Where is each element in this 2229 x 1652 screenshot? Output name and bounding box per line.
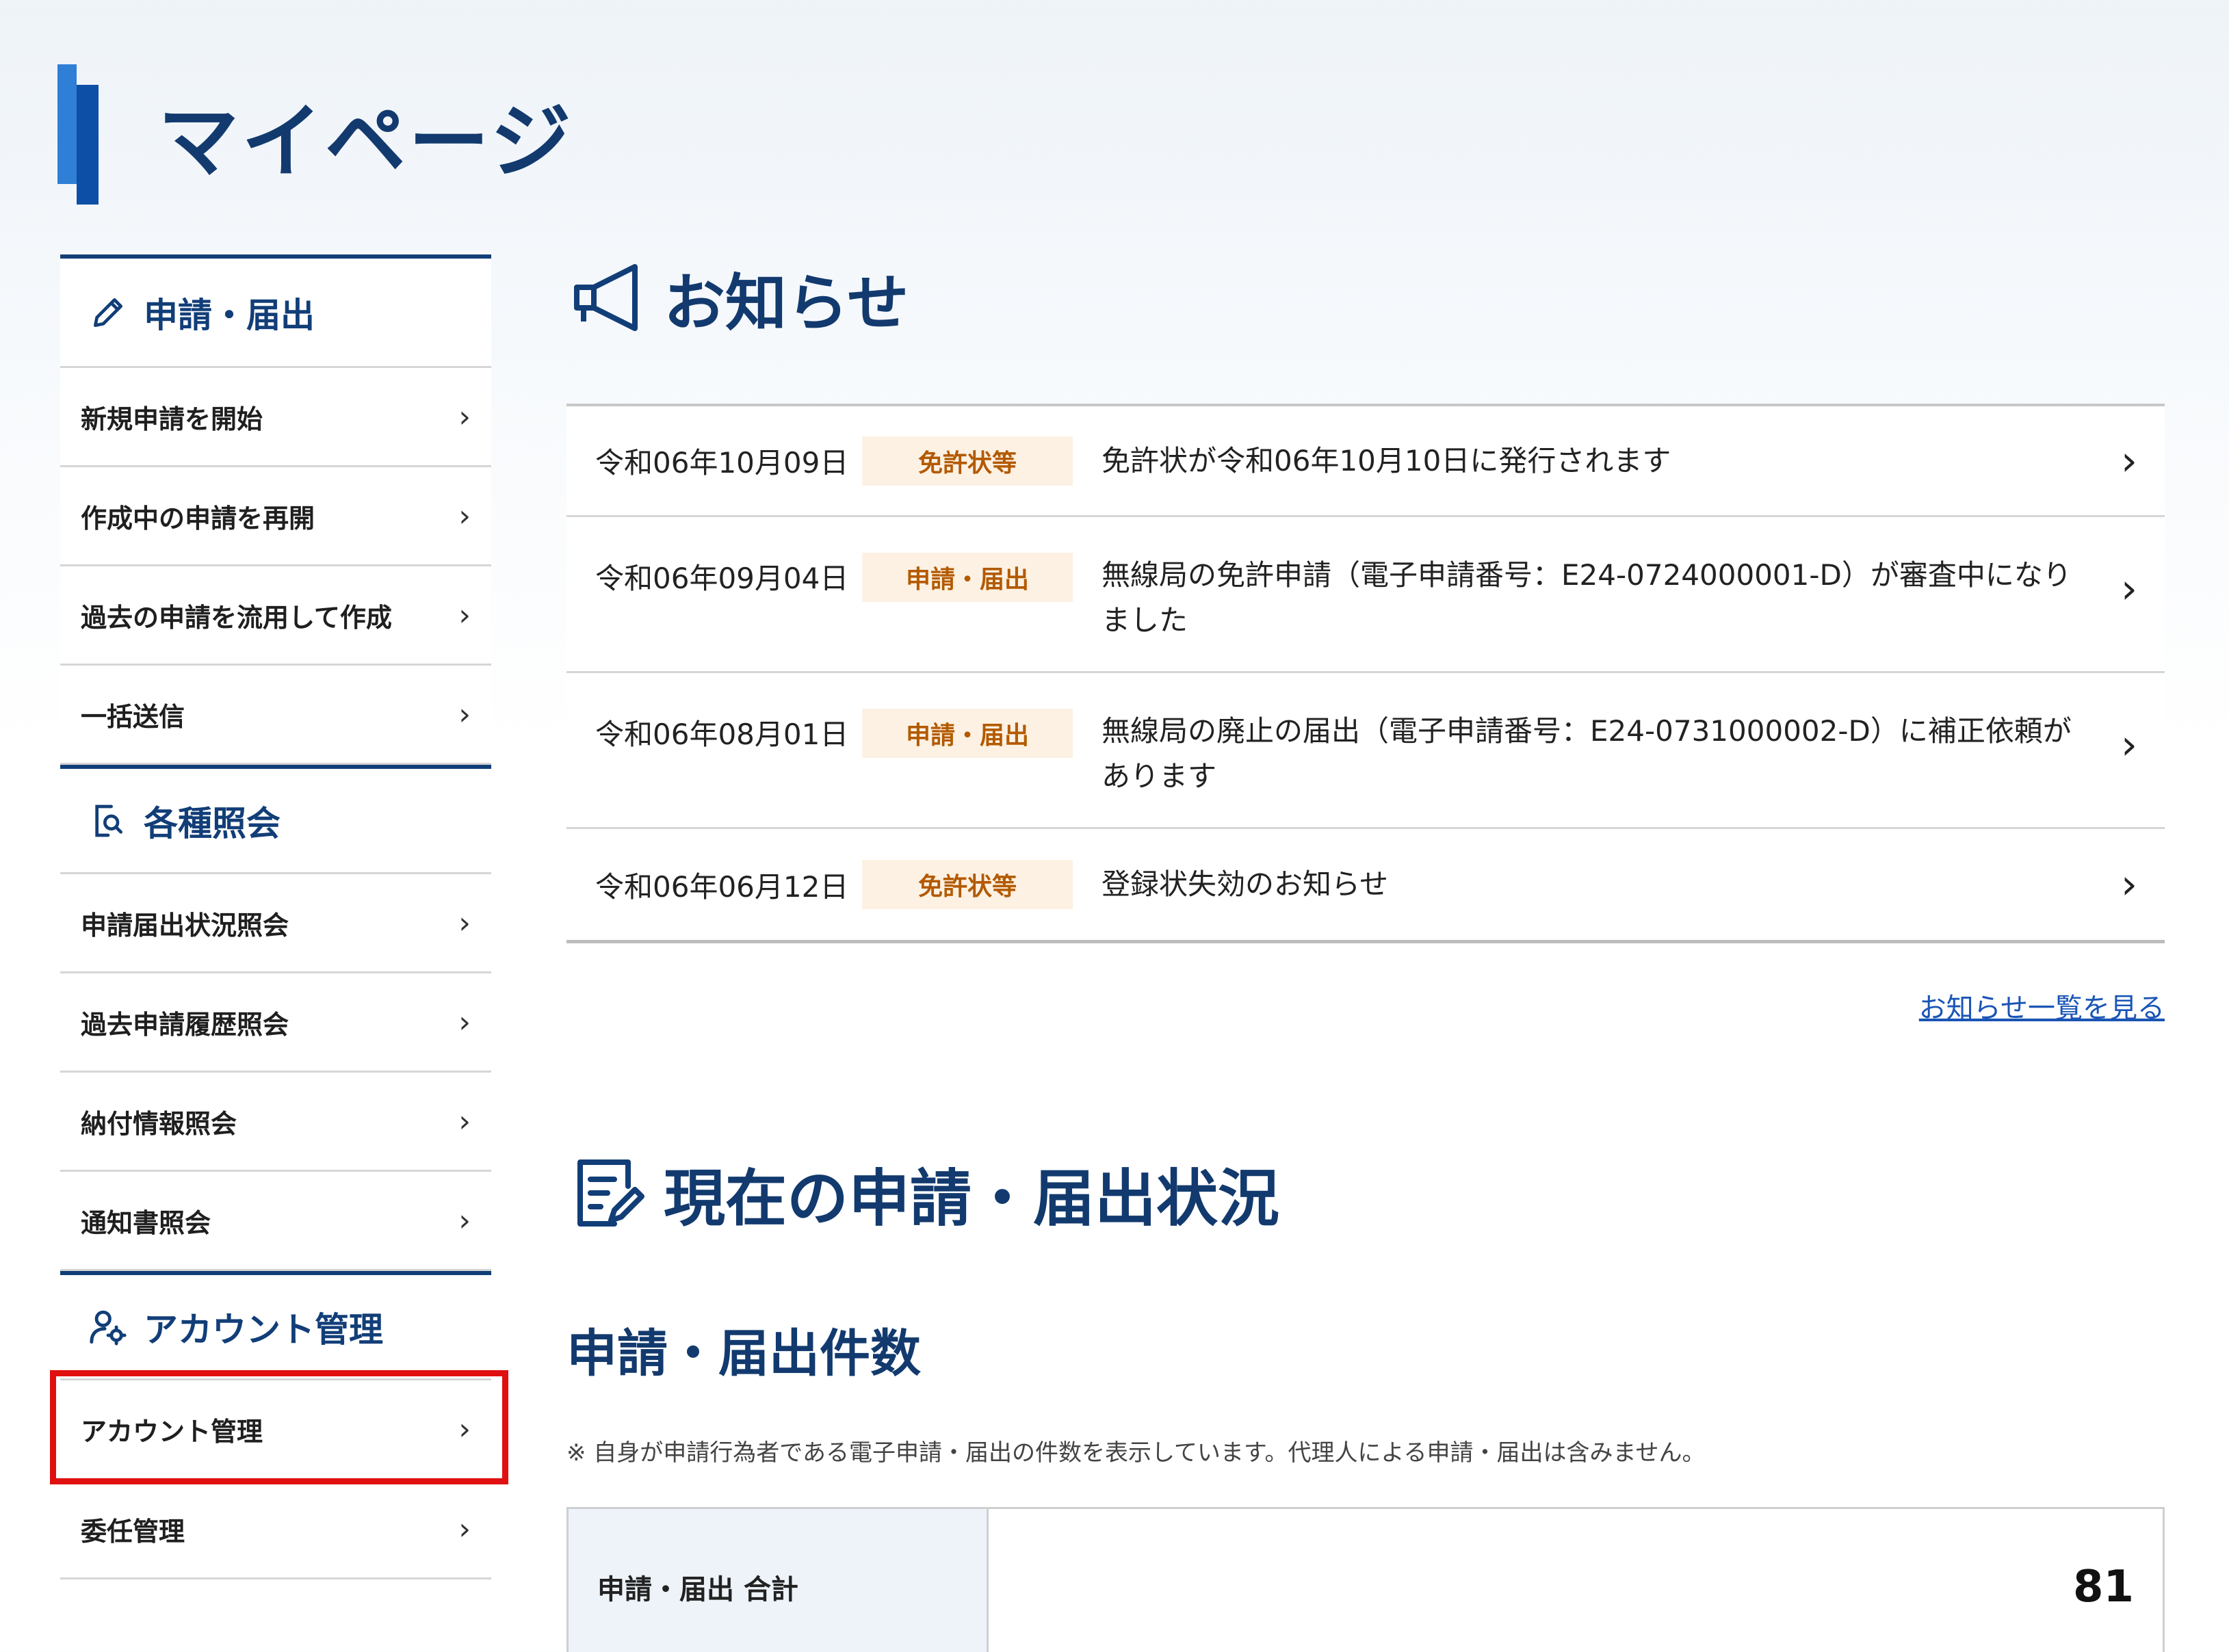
chevron-right-icon: › (458, 696, 471, 732)
count-heading: 申請・届出件数 (566, 1324, 921, 1383)
notice-row[interactable]: 令和06年08月01日 申請・届出 無線局の廃止の届出（電子申請番号：E24-0… (566, 673, 2165, 829)
chevron-right-icon: › (458, 1103, 471, 1139)
sidebar: 申請・届出 新規申請を開始 › 作成中の申請を再開 › 過去の申請を流用して作成… (60, 254, 491, 1579)
sidebar-item-label: 一括送信 (81, 701, 185, 732)
document-search-icon (88, 800, 129, 841)
chevron-right-icon: › (2121, 436, 2137, 485)
sidebar-item-resume-draft[interactable]: 作成中の申請を再開 › (60, 467, 491, 566)
sidebar-item-label: 通知書照会 (81, 1207, 211, 1238)
notice-row[interactable]: 令和06年09月04日 申請・届出 無線局の免許申請（電子申請番号：E24-07… (566, 517, 2165, 673)
notice-text: 無線局の廃止の届出（電子申請番号：E24-0731000002-D）に補正依頼が… (1102, 714, 2072, 793)
notice-category-badge: 申請・届出 (862, 553, 1073, 602)
sidebar-item-reuse-past[interactable]: 過去の申請を流用して作成 › (60, 566, 491, 666)
notice-date: 令和06年08月01日 (595, 718, 849, 751)
sidebar-section-account: アカウント管理 (60, 1271, 491, 1380)
sidebar-section-inquiry: 各種照会 (60, 765, 491, 874)
chevron-right-icon: › (458, 399, 471, 434)
chevron-right-icon: › (458, 1511, 471, 1547)
sidebar-item-label: アカウント管理 (81, 1417, 263, 1447)
sidebar-section-heading: 申請・届出 (144, 295, 315, 335)
notice-text: 無線局の免許申請（電子申請番号：E24-0724000001-D）が審査中になり… (1102, 558, 2072, 637)
sidebar-item-notice-inquiry[interactable]: 通知書照会 › (60, 1172, 491, 1271)
sidebar-item-label: 申請届出状況照会 (81, 910, 289, 941)
page-title-block: マイページ (57, 64, 574, 205)
pencil-icon (88, 292, 129, 333)
main-content: お知らせ 令和06年10月09日 免許状等 免許状が令和06年10月10日に発行… (566, 253, 2165, 1652)
notice-date: 令和06年06月12日 (595, 869, 849, 904)
sidebar-section-application: 申請・届出 (60, 254, 491, 368)
user-gear-icon (88, 1307, 129, 1348)
notice-row[interactable]: 令和06年06月12日 免許状等 登録状失効のお知らせ › (566, 829, 2165, 940)
sidebar-item-payment-inquiry[interactable]: 納付情報照会 › (60, 1073, 491, 1172)
chevron-right-icon: › (458, 1203, 471, 1238)
sidebar-item-label: 新規申請を開始 (81, 404, 263, 434)
status-heading: 現在の申請・届出状況 (566, 1149, 2165, 1237)
sidebar-item-label: 納付情報照会 (81, 1108, 237, 1139)
sidebar-item-label: 作成中の申請を再開 (81, 503, 315, 534)
megaphone-icon (566, 257, 649, 339)
total-label: 申請・届出 合計 (569, 1509, 989, 1652)
sidebar-item-history-inquiry[interactable]: 過去申請履歴照会 › (60, 973, 491, 1073)
clipboard-edit-icon (566, 1152, 649, 1234)
chevron-right-icon: › (2121, 565, 2137, 613)
chevron-right-icon: › (458, 498, 471, 534)
chevron-right-icon: › (458, 905, 471, 941)
sidebar-item-label: 過去の申請を流用して作成 (81, 602, 392, 633)
sidebar-item-label: 委任管理 (81, 1516, 185, 1547)
notice-list-link[interactable]: お知らせ一覧を見る (566, 986, 2165, 1025)
sidebar-section-heading: アカウント管理 (144, 1309, 383, 1350)
notice-text: 登録状失効のお知らせ (1102, 867, 1389, 901)
notice-category-badge: 免許状等 (862, 860, 1073, 909)
notice-row[interactable]: 令和06年10月09日 免許状等 免許状が令和06年10月10日に発行されます … (566, 406, 2165, 517)
sidebar-item-account-management[interactable]: アカウント管理 › (60, 1380, 491, 1480)
notices-title: お知らせ (664, 267, 909, 339)
total-value: 81 (989, 1509, 2163, 1652)
sidebar-item-status-inquiry[interactable]: 申請届出状況照会 › (60, 874, 491, 973)
notice-list: 令和06年10月09日 免許状等 免許状が令和06年10月10日に発行されます … (566, 404, 2165, 943)
sidebar-section-heading: 各種照会 (144, 803, 281, 843)
chevron-right-icon: › (2121, 861, 2137, 908)
sidebar-item-label: 過去申請履歴照会 (81, 1009, 289, 1040)
count-table: 申請・届出 合計 81 (566, 1507, 2165, 1652)
status-section: 現在の申請・届出状況 申請・届出件数 ※ 自身が申請行為者である電子申請・届出の… (566, 1149, 2165, 1652)
status-title: 現在の申請・届出状況 (664, 1163, 1279, 1235)
sidebar-item-delegation[interactable]: 委任管理 › (60, 1480, 491, 1579)
chevron-right-icon: › (458, 1412, 471, 1447)
notice-category-badge: 申請・届出 (862, 709, 1073, 758)
notice-date: 令和06年10月09日 (595, 446, 849, 480)
sidebar-item-new-application[interactable]: 新規申請を開始 › (60, 368, 491, 467)
notice-date: 令和06年09月04日 (595, 562, 849, 595)
notices-heading: お知らせ (566, 253, 2165, 342)
chevron-right-icon: › (458, 597, 471, 633)
sidebar-item-bulk-send[interactable]: 一括送信 › (60, 666, 491, 765)
chevron-right-icon: › (2121, 721, 2137, 769)
count-note: ※ 自身が申請行為者である電子申請・届出の件数を表示しています。代理人による申請… (566, 1439, 1706, 1467)
chevron-right-icon: › (458, 1004, 471, 1040)
notice-text: 免許状が令和06年10月10日に発行されます (1102, 443, 1671, 477)
page-title: マイページ (158, 94, 574, 189)
notice-category-badge: 免許状等 (862, 436, 1073, 486)
title-accent-bar (57, 64, 102, 205)
